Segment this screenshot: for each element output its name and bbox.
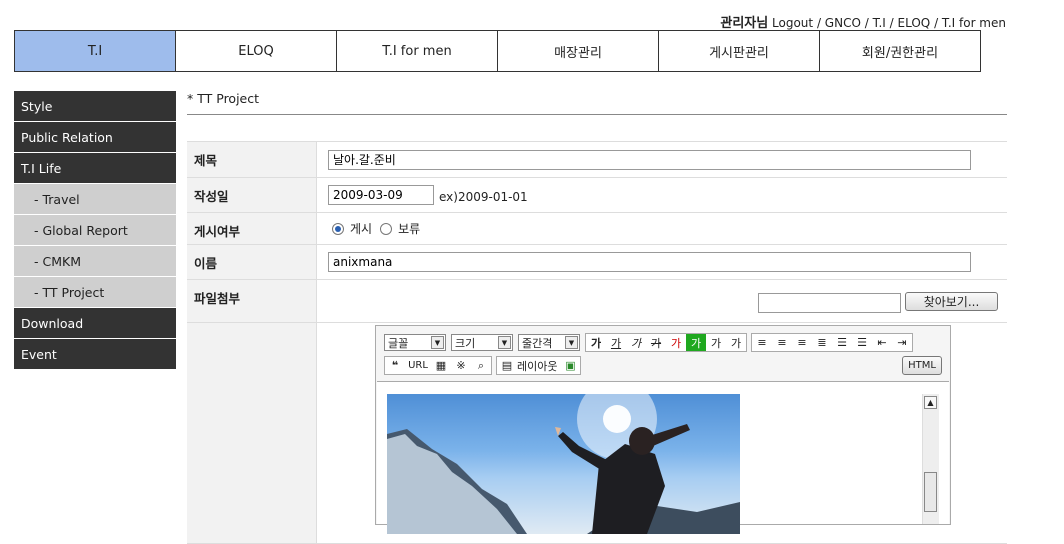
sidebar-item-global-report[interactable]: - Global Report bbox=[14, 215, 176, 245]
editor-toolbar-bottom: ❝ URL ▦ ※ ⌕ ▤ 레이아웃 ▣ HTML bbox=[384, 356, 942, 375]
bold-button[interactable]: 가 bbox=[586, 334, 606, 351]
numbered-list-icon[interactable]: ☰ bbox=[832, 334, 852, 351]
tab-board-management[interactable]: 게시판관리 bbox=[659, 30, 820, 72]
publish-off-radio[interactable] bbox=[380, 222, 393, 235]
html-mode-button[interactable]: HTML bbox=[902, 356, 942, 375]
main-tabs: T.I ELOQ T.I for men 매장관리 게시판관리 회원/권한관리 bbox=[14, 30, 981, 72]
bullet-list-icon[interactable]: ☰ bbox=[852, 334, 872, 351]
image-icon[interactable]: ▣ bbox=[560, 357, 580, 374]
insert-group: ❝ URL ▦ ※ ⌕ bbox=[384, 356, 492, 375]
tab-ti[interactable]: T.I bbox=[14, 30, 176, 72]
file-label: 파일첨부 bbox=[187, 280, 317, 322]
align-right-icon[interactable]: ≡ bbox=[792, 334, 812, 351]
scroll-up-icon[interactable]: ▲ bbox=[924, 396, 937, 409]
divider bbox=[187, 114, 1007, 115]
name-row: 이름 bbox=[187, 245, 1007, 280]
special-char-icon[interactable]: ※ bbox=[451, 357, 471, 374]
layout-icon: ▤ bbox=[501, 359, 513, 372]
name-input[interactable] bbox=[328, 252, 971, 272]
align-justify-icon[interactable]: ≣ bbox=[812, 334, 832, 351]
name-label: 이름 bbox=[187, 245, 317, 279]
table-icon[interactable]: ▦ bbox=[431, 357, 451, 374]
gnco-link[interactable]: GNCO bbox=[825, 16, 861, 30]
line-height-select[interactable]: 줄간격 ▼ bbox=[518, 334, 580, 351]
search-icon[interactable]: ⌕ bbox=[471, 357, 491, 374]
layout-button[interactable]: 레이아웃 bbox=[517, 358, 560, 374]
editor-canvas[interactable]: ▲ bbox=[377, 381, 949, 534]
layout-group: ▤ 레이아웃 ▣ bbox=[496, 356, 582, 375]
subscript-button[interactable]: 가 bbox=[726, 334, 746, 351]
chevron-down-icon: ▼ bbox=[498, 336, 511, 349]
title-label: 제목 bbox=[187, 142, 317, 177]
tab-member-management[interactable]: 회원/권한관리 bbox=[820, 30, 981, 72]
publish-row: 게시여부 게시 보류 bbox=[187, 213, 1007, 245]
italic-button[interactable]: 가 bbox=[626, 334, 646, 351]
date-row: 작성일 ex)2009-01-01 bbox=[187, 178, 1007, 213]
background-color-button[interactable]: 가 bbox=[686, 334, 706, 351]
logout-link[interactable]: Logout bbox=[772, 16, 813, 30]
text-color-button[interactable]: 가 bbox=[666, 334, 686, 351]
publish-label: 게시여부 bbox=[187, 213, 317, 244]
title-input[interactable] bbox=[328, 149, 971, 170]
tab-eloq[interactable]: ELOQ bbox=[176, 30, 337, 72]
date-label: 작성일 bbox=[187, 178, 317, 212]
strikethrough-button[interactable]: 가 bbox=[646, 334, 666, 351]
tab-store-management[interactable]: 매장관리 bbox=[498, 30, 659, 72]
link-button[interactable]: URL bbox=[405, 357, 431, 374]
ti-for-men-link[interactable]: T.I for men bbox=[942, 16, 1006, 30]
sidebar-item-cmkm[interactable]: - CMKM bbox=[14, 246, 176, 276]
sidebar-item-event[interactable]: Event bbox=[14, 339, 176, 369]
breadcrumb: * TT Project bbox=[187, 91, 260, 106]
rich-text-editor: 글꼴 ▼ 크기 ▼ 줄간격 ▼ 가 가 가 가 가 가 가 가 ≡ ≡ ≡ ≣ ☰ ☰… bbox=[375, 325, 951, 534]
text-format-group: 가 가 가 가 가 가 가 가 bbox=[585, 333, 747, 352]
publish-off-label: 보류 bbox=[398, 222, 421, 236]
file-row: 파일첨부 찾아보기... bbox=[187, 280, 1007, 323]
outdent-icon[interactable]: ⇤ bbox=[872, 334, 892, 351]
editor-scrollbar[interactable]: ▲ bbox=[922, 394, 939, 524]
chevron-down-icon: ▼ bbox=[431, 336, 444, 349]
embedded-photo bbox=[387, 394, 740, 534]
scroll-thumb[interactable] bbox=[924, 472, 937, 512]
top-user-bar: 관리자님 Logout / GNCO / T.I / ELOQ / T.I fo… bbox=[720, 16, 1006, 31]
date-input[interactable] bbox=[328, 185, 434, 205]
font-select[interactable]: 글꼴 ▼ bbox=[384, 334, 446, 351]
sidebar-item-style[interactable]: Style bbox=[14, 91, 176, 121]
photo-illustration bbox=[387, 394, 740, 534]
sidebar-item-download[interactable]: Download bbox=[14, 308, 176, 338]
eloq-link[interactable]: ELOQ bbox=[898, 16, 931, 30]
paragraph-group: ≡ ≡ ≡ ≣ ☰ ☰ ⇤ ⇥ bbox=[751, 333, 913, 352]
file-path-input[interactable] bbox=[758, 293, 901, 313]
quote-icon[interactable]: ❝ bbox=[385, 357, 405, 374]
align-center-icon[interactable]: ≡ bbox=[772, 334, 792, 351]
admin-label: 관리자님 bbox=[720, 16, 769, 31]
underline-button[interactable]: 가 bbox=[606, 334, 626, 351]
publish-on-radio[interactable] bbox=[332, 222, 344, 235]
sidebar-item-public-relation[interactable]: Public Relation bbox=[14, 122, 176, 152]
date-hint: ex)2009-01-01 bbox=[439, 190, 528, 204]
indent-icon[interactable]: ⇥ bbox=[892, 334, 912, 351]
title-row: 제목 bbox=[187, 142, 1007, 178]
tab-ti-for-men[interactable]: T.I for men bbox=[337, 30, 498, 72]
superscript-button[interactable]: 가 bbox=[706, 334, 726, 351]
ti-link[interactable]: T.I bbox=[873, 16, 886, 30]
chevron-down-icon: ▼ bbox=[565, 336, 578, 349]
size-select[interactable]: 크기 ▼ bbox=[451, 334, 513, 351]
browse-button[interactable]: 찾아보기... bbox=[905, 292, 998, 311]
editor-toolbar-top: 글꼴 ▼ 크기 ▼ 줄간격 ▼ 가 가 가 가 가 가 가 가 ≡ ≡ ≡ ≣ ☰ ☰… bbox=[384, 333, 917, 352]
sidebar: Style Public Relation T.I Life - Travel … bbox=[14, 91, 176, 370]
publish-on-label: 게시 bbox=[350, 222, 373, 236]
sidebar-item-tt-project[interactable]: - TT Project bbox=[14, 277, 176, 307]
sidebar-item-travel[interactable]: - Travel bbox=[14, 184, 176, 214]
sidebar-item-ti-life[interactable]: T.I Life bbox=[14, 153, 176, 183]
align-left-icon[interactable]: ≡ bbox=[752, 334, 772, 351]
